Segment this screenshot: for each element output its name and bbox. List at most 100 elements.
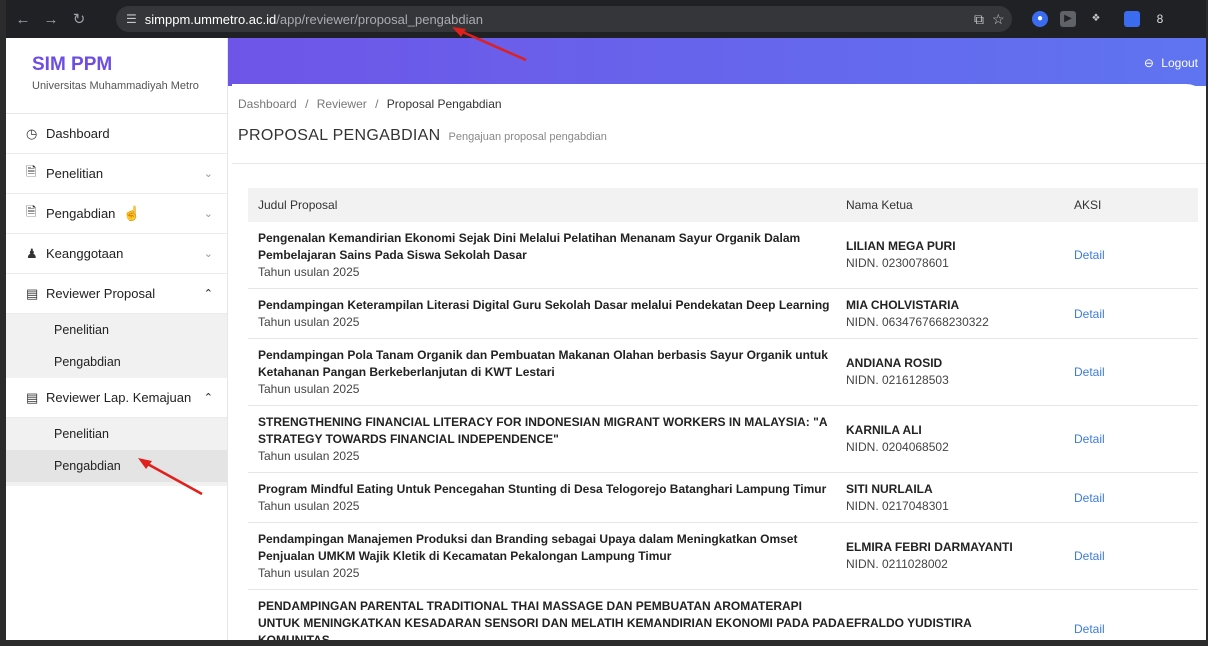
ketua-name: ANDIANA ROSID <box>846 356 943 370</box>
sidebar-item-keanggotaan[interactable]: ♟ Keanggotaan ⌄ <box>6 234 227 274</box>
address-bar[interactable]: ☰ simppm.ummetro.ac.id/app/reviewer/prop… <box>116 6 1012 32</box>
table-header: Judul Proposal Nama Ketua AKSI <box>248 188 1198 222</box>
submenu-item-penelitian[interactable]: Penelitian <box>6 418 227 450</box>
browser-toolbar: ← → ↻ ☰ simppm.ummetro.ac.id/app/reviewe… <box>6 0 1206 38</box>
proposal-title: Pendampingan Manajemen Produksi dan Bran… <box>258 531 798 563</box>
submenu-item-penelitian[interactable]: Penelitian <box>6 314 227 346</box>
reviewer-kemajuan-submenu: Penelitian Pengabdian <box>6 418 227 486</box>
detail-link[interactable]: Detail <box>1074 549 1105 563</box>
sidebar-item-label: Reviewer Proposal <box>46 286 156 301</box>
proposal-title: STRENGTHENING FINANCIAL LITERACY FOR IND… <box>258 414 828 446</box>
breadcrumb-reviewer[interactable]: Reviewer <box>317 97 367 111</box>
column-header-ketua: Nama Ketua <box>846 198 913 212</box>
page-subtitle: Pengajuan proposal pengabdian <box>448 131 607 143</box>
breadcrumb-current: Proposal Pengabdian <box>386 97 502 111</box>
chevron-down-icon: ⌄ <box>203 248 213 260</box>
detail-link[interactable]: Detail <box>1074 491 1105 505</box>
sidepanel-icon[interactable] <box>1124 11 1140 27</box>
sidebar-item-label: Pengabdian <box>46 206 116 221</box>
brand-title: SIM PPM <box>32 54 113 75</box>
detail-link[interactable]: Detail <box>1074 432 1105 446</box>
extensions-puzzle-icon[interactable]: ❖ <box>1088 11 1104 27</box>
table-row: Pendampingan Pola Tanam Organik dan Pemb… <box>248 339 1198 406</box>
extension-video-icon[interactable]: ▶ <box>1060 11 1076 27</box>
detail-link[interactable]: Detail <box>1074 365 1105 379</box>
users-icon: ♟ <box>26 245 38 261</box>
proposal-year: Tahun usulan 2025 <box>258 264 360 279</box>
sidebar-item-pengabdian[interactable]: 🗎 Pengabdian ☝ ⌄ <box>6 194 227 234</box>
proposal-title: Program Mindful Eating Untuk Pencegahan … <box>258 481 827 496</box>
back-arrow-icon[interactable]: ← <box>12 11 34 28</box>
ketua-name: EFRALDO YUDISTIRA <box>846 616 972 630</box>
proposal-year: Tahun usulan 2025 <box>258 314 360 329</box>
share-icon[interactable]: ⧉ <box>974 11 984 28</box>
sidebar: SIM PPM Universitas Muhammadiyah Metro ◷… <box>6 38 228 640</box>
ketua-nidn: NIDN. 0204068502 <box>846 440 949 454</box>
ketua-name: ELMIRA FEBRI DARMAYANTI <box>846 540 1013 554</box>
extension-shield-icon[interactable]: ● <box>1032 11 1048 27</box>
logout-button[interactable]: ⊖ Logout <box>1144 56 1198 70</box>
detail-link[interactable]: Detail <box>1074 248 1105 262</box>
clipboard-icon: ▤ <box>26 389 39 405</box>
table-row: Pendampingan Keterampilan Literasi Digit… <box>248 289 1198 339</box>
ketua-name: SITI NURLAILA <box>846 481 933 496</box>
proposal-title: Pengenalan Kemandirian Ekonomi Sejak Din… <box>258 230 801 262</box>
sidebar-item-dashboard[interactable]: ◷ Dashboard <box>6 114 227 154</box>
proposal-title: Pendampingan Pola Tanam Organik dan Pemb… <box>258 347 828 379</box>
top-banner: ⊖ Logout <box>228 38 1206 86</box>
ketua-name: LILIAN MEGA PURI <box>846 239 956 253</box>
table-row: STRENGTHENING FINANCIAL LITERACY FOR IND… <box>248 406 1198 473</box>
ketua-name: KARNILA ALI <box>846 423 922 437</box>
ketua-nidn: NIDN. 0216128503 <box>846 373 949 387</box>
hand-cursor-icon: ☝ <box>123 205 141 221</box>
breadcrumb: Dashboard / Reviewer / Proposal Pengabdi… <box>238 97 502 111</box>
proposal-title: Pendampingan Keterampilan Literasi Digit… <box>258 297 830 312</box>
submenu-item-pengabdian[interactable]: Pengabdian <box>6 450 227 482</box>
site-info-icon[interactable]: ☰ <box>126 12 137 26</box>
column-header-aksi: AKSI <box>1074 198 1102 212</box>
dashboard-icon: ◷ <box>26 125 38 141</box>
chevron-up-icon: ⌃ <box>203 392 213 404</box>
logout-icon: ⊖ <box>1143 56 1154 70</box>
ketua-nidn: NIDN. 0217048301 <box>846 498 949 513</box>
page-header: PROPOSAL PENGABDIAN Pengajuan proposal p… <box>238 127 607 145</box>
detail-link[interactable]: Detail <box>1074 307 1105 321</box>
profile-avatar[interactable]: 8 <box>1152 11 1168 27</box>
proposal-year: Tahun usulan 2025 <box>258 381 360 396</box>
table-row: Program Mindful Eating Untuk Pencegahan … <box>248 473 1198 523</box>
reload-icon[interactable]: ↻ <box>68 10 90 28</box>
chevron-down-icon: ⌄ <box>203 168 213 180</box>
document-icon: 🗎 <box>26 203 37 219</box>
table-row: PENDAMPINGAN PARENTAL TRADITIONAL THAI M… <box>248 590 1198 640</box>
sidebar-item-reviewer-kemajuan[interactable]: ▤ Reviewer Lap. Kemajuan ⌃ <box>6 378 227 418</box>
bookmark-star-icon[interactable]: ☆ <box>992 11 1005 28</box>
sidebar-item-penelitian[interactable]: 🗎 Penelitian ⌄ <box>6 154 227 194</box>
sidebar-item-label: Dashboard <box>46 126 110 141</box>
proposal-year: Tahun usulan 2025 <box>258 565 360 580</box>
ketua-nidn: NIDN. 0634767668230322 <box>846 314 989 329</box>
ketua-name: MIA CHOLVISTARIA <box>846 297 960 312</box>
sidebar-item-label: Penelitian <box>46 166 104 181</box>
forward-arrow-icon[interactable]: → <box>40 11 62 28</box>
brand: SIM PPM Universitas Muhammadiyah Metro <box>6 38 227 114</box>
chevron-up-icon: ⌃ <box>203 288 213 300</box>
reviewer-proposal-submenu: Penelitian Pengabdian <box>6 314 227 378</box>
detail-link[interactable]: Detail <box>1074 622 1105 636</box>
clipboard-icon: ▤ <box>26 285 39 301</box>
page-frame: ← → ↻ ☰ simppm.ummetro.ac.id/app/reviewe… <box>0 0 1208 646</box>
breadcrumb-dashboard[interactable]: Dashboard <box>238 97 297 111</box>
url-path: /app/reviewer/proposal_pengabdian <box>276 11 483 27</box>
sidebar-item-reviewer-proposal[interactable]: ▤ Reviewer Proposal ⌃ <box>6 274 227 314</box>
sidebar-item-label: Reviewer Lap. Kemajuan <box>46 390 192 405</box>
chevron-down-icon: ⌄ <box>203 208 213 220</box>
submenu-item-pengabdian[interactable]: Pengabdian <box>6 346 227 378</box>
sidebar-item-label: Keanggotaan <box>46 246 124 261</box>
proposal-year: Tahun usulan 2025 <box>258 498 360 513</box>
breadcrumb-separator: / <box>375 97 379 111</box>
proposal-table: Judul Proposal Nama Ketua AKSI Pengenala… <box>248 188 1198 640</box>
url-domain: simppm.ummetro.ac.id <box>144 11 277 27</box>
divider <box>232 163 1206 164</box>
logout-label: Logout <box>1161 56 1198 70</box>
table-row: Pendampingan Manajemen Produksi dan Bran… <box>248 523 1198 590</box>
brand-subtitle: Universitas Muhammadiyah Metro <box>32 80 199 92</box>
